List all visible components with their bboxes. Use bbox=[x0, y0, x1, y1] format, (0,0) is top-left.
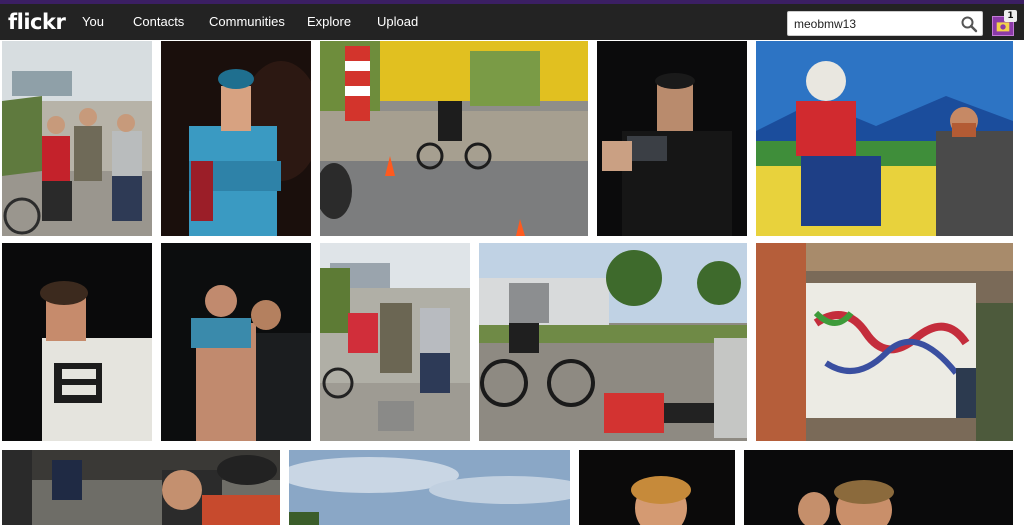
nav-upload[interactable]: Upload bbox=[377, 4, 437, 40]
nav-contacts[interactable]: Contacts bbox=[133, 4, 209, 40]
photo-thumbnail[interactable] bbox=[756, 41, 1013, 236]
search-icon[interactable] bbox=[960, 15, 978, 33]
search-box bbox=[787, 11, 983, 36]
photo-thumbnail[interactable] bbox=[479, 243, 747, 441]
search-input[interactable] bbox=[788, 12, 958, 35]
nav-you[interactable]: You bbox=[82, 4, 133, 40]
nav-menu: You Contacts Communities Explore Upload bbox=[82, 4, 437, 40]
photo-thumbnail[interactable] bbox=[2, 41, 152, 236]
photo-thumbnail[interactable] bbox=[161, 243, 311, 441]
photo-thumbnail[interactable] bbox=[289, 450, 570, 525]
photo-thumbnail[interactable] bbox=[161, 41, 311, 236]
photo-thumbnail[interactable] bbox=[320, 41, 588, 236]
photo-thumbnail[interactable] bbox=[744, 450, 1013, 525]
nav-communities[interactable]: Communities bbox=[209, 4, 307, 40]
notifications-button[interactable]: 1 bbox=[990, 8, 1020, 40]
photo-thumbnail[interactable] bbox=[579, 450, 735, 525]
nav-explore[interactable]: Explore bbox=[307, 4, 377, 40]
top-navigation-bar: flickr You Contacts Communities Explore … bbox=[0, 4, 1024, 40]
photo-thumbnail[interactable] bbox=[2, 450, 280, 525]
notifications-badge: 1 bbox=[1004, 10, 1017, 22]
photo-thumbnail[interactable] bbox=[597, 41, 747, 236]
photo-thumbnail[interactable] bbox=[756, 243, 1013, 441]
flickr-logo[interactable]: flickr bbox=[8, 8, 66, 36]
photo-thumbnail[interactable] bbox=[2, 243, 152, 441]
photo-thumbnail[interactable] bbox=[320, 243, 470, 441]
